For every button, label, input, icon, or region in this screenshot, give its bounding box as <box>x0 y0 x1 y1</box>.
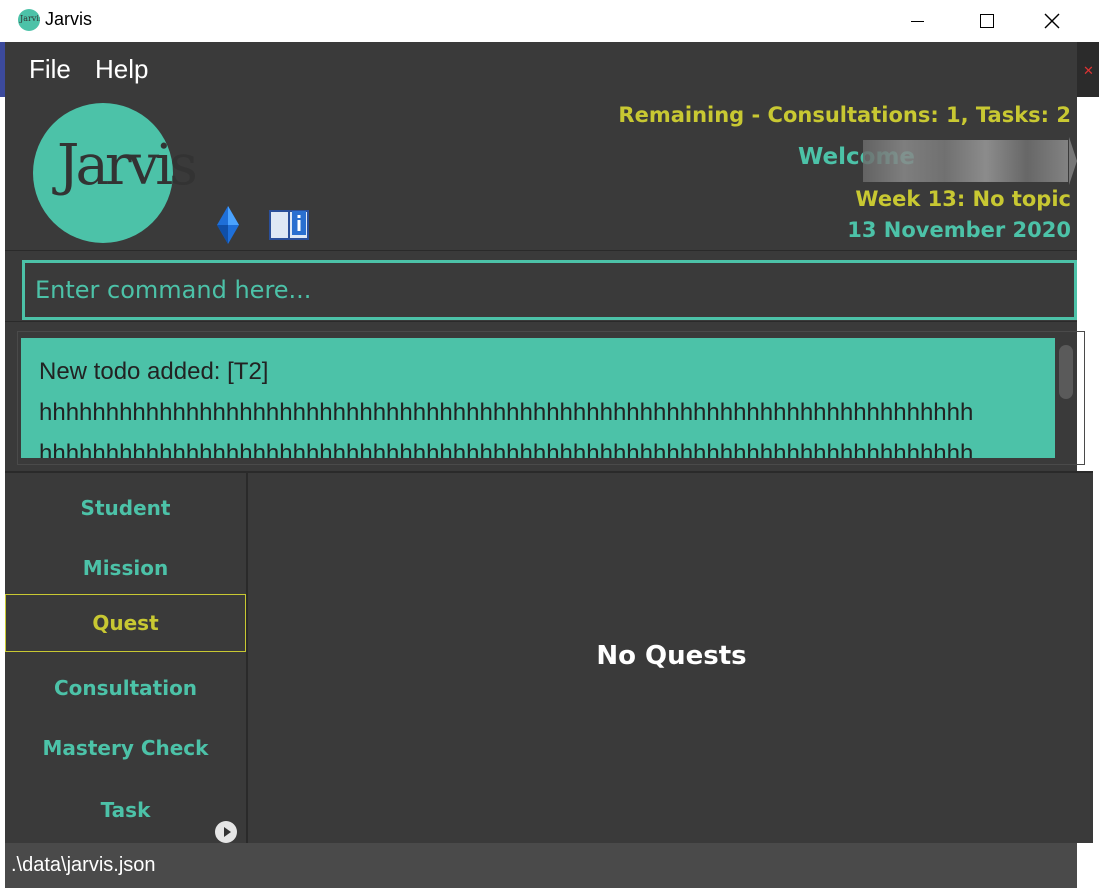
gem-icon[interactable] <box>217 206 239 244</box>
result-line: hhhhhhhhhhhhhhhhhhhhhhhhhhhhhhhhhhhhhhhh… <box>39 440 974 458</box>
quest-list-panel: No Quests <box>246 471 1093 843</box>
remaining-summary: Remaining - Consultations: 1, Tasks: 2 <box>618 103 1071 127</box>
help-book-icon[interactable] <box>269 207 309 241</box>
result-line: hhhhhhhhhhhhhhhhhhhhhhhhhhhhhhhhhhhhhhhh… <box>39 399 974 426</box>
save-file-path: .\data\jarvis.json <box>11 854 156 876</box>
menu-file[interactable]: File <box>29 54 71 85</box>
empty-state-message: No Quests <box>596 641 747 671</box>
tab-mission[interactable]: Mission <box>5 539 246 597</box>
maximize-button[interactable] <box>955 0 1019 42</box>
current-date: 13 November 2020 <box>847 218 1071 242</box>
header-panel: Jarvis Remaining - Consultations: 1, Tas… <box>5 97 1077 250</box>
app-icon: Jarvis <box>18 9 40 31</box>
close-icon <box>1044 13 1059 29</box>
result-scrollbar[interactable] <box>1059 345 1073 399</box>
arrow-right-icon <box>1069 137 1077 185</box>
window-title: Jarvis <box>45 9 93 29</box>
app-icon-text: Jarvis <box>20 14 40 23</box>
tab-quest[interactable]: Quest <box>5 594 246 652</box>
tab-student[interactable]: Student <box>5 479 246 537</box>
close-button[interactable] <box>1026 0 1077 42</box>
tab-task[interactable]: Task <box>5 798 246 843</box>
logo-text: Jarvis <box>57 133 198 198</box>
menu-bar: File Help <box>5 42 1077 97</box>
result-display-panel: New todo added: [T2] hhhhhhhhhhhhhhhhhhh… <box>5 323 1085 471</box>
tab-mastery-check[interactable]: Mastery Check <box>5 719 246 777</box>
tab-consultation[interactable]: Consultation <box>5 659 246 717</box>
tab-sidebar: Student Mission Quest Consultation Maste… <box>5 471 246 843</box>
command-input[interactable] <box>22 260 1077 320</box>
app-window: Jarvis Jarvis File Help Jarvis <box>5 0 1093 888</box>
maximize-icon <box>980 14 994 28</box>
week-topic: Week 13: No topic <box>855 187 1071 211</box>
minimize-button[interactable] <box>885 0 949 42</box>
command-box-panel <box>5 250 1077 322</box>
play-arrow-icon <box>223 827 231 837</box>
status-bar: .\data\jarvis.json <box>5 843 1077 888</box>
jarvis-logo: Jarvis <box>33 103 198 243</box>
result-display: New todo added: [T2] hhhhhhhhhhhhhhhhhhh… <box>21 338 1055 458</box>
result-line: New todo added: [T2] <box>39 358 269 385</box>
redacted-name-blur <box>863 140 1068 182</box>
title-bar: Jarvis Jarvis <box>5 0 1077 42</box>
tab-scroll-button[interactable] <box>215 821 237 843</box>
menu-help[interactable]: Help <box>95 54 148 85</box>
mic-muted-icon: ✕ <box>1083 64 1094 79</box>
minimize-icon <box>910 20 924 22</box>
desktop-background-right-top: ✕ <box>1077 42 1099 97</box>
